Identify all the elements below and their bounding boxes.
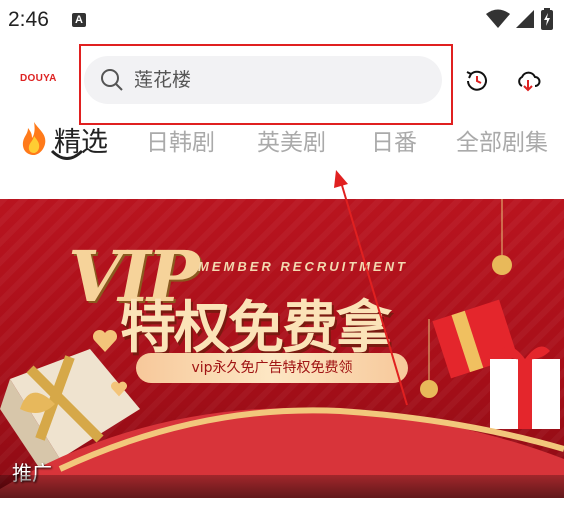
tab-all-series[interactable]: 全部剧集 [456,123,548,157]
status-bar: 2:46 A [0,0,564,42]
notification-a-icon: A [72,13,86,27]
battery-icon [541,8,553,30]
cloud-download-icon[interactable] [515,68,541,94]
wifi-icon [485,9,510,28]
tab-western[interactable]: 英美剧 [257,123,326,157]
status-icons [485,8,554,32]
history-icon[interactable] [464,68,490,94]
tab-korean-japanese[interactable]: 日韩剧 [146,123,215,157]
category-tabs: 精选 日韩剧 英美剧 日番 全部剧集 [0,117,564,167]
signal-icon [515,10,534,28]
ornament-icon [420,319,438,398]
ornament-icon [492,199,512,275]
search-input[interactable] [134,64,424,96]
app-logo: DOUYA [20,73,57,84]
search-icon [101,69,123,91]
promo-banner[interactable]: VIP MEMBER RECRUITMENT 特权免费拿 vip永久免广告特权免… [0,199,564,498]
search-bar[interactable] [84,56,442,104]
status-time: 2:46 [8,8,49,31]
banner-subtitle-pill: vip永久免广告特权免费领 [136,353,408,383]
tab-anime[interactable]: 日番 [371,123,417,157]
banner-bottom-shade [0,475,564,498]
heart-icon [92,329,118,352]
banner-title: 特权免费拿 [120,296,392,361]
active-tab-indicator [50,149,84,160]
member-recruitment-text: MEMBER RECRUITMENT [198,259,408,274]
